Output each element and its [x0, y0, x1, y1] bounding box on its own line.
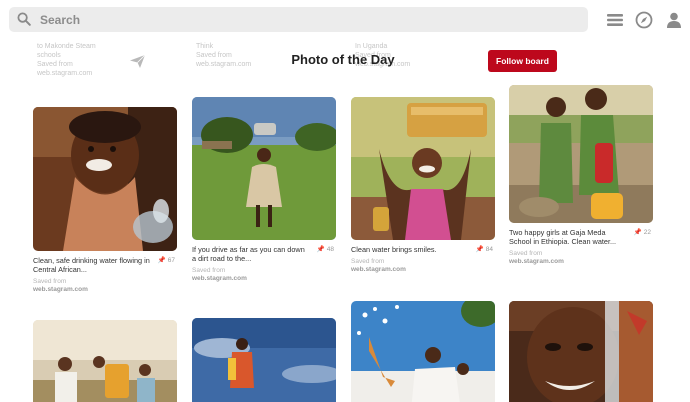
profile-icon[interactable] — [664, 10, 684, 30]
pin-description-text: Clean, safe drinking water flowing in Ce… — [33, 256, 150, 274]
saved-from-label: Saved from — [351, 258, 385, 265]
pin-card[interactable]: If you drive as far as you can down a di… — [192, 97, 336, 283]
pin-description: Two happy girls at Gaja Meda School in E… — [509, 228, 653, 246]
faded-text: Think — [196, 43, 214, 50]
saved-from-label: Saved from — [192, 267, 226, 274]
repin-value: 67 — [167, 257, 175, 264]
pin-image[interactable] — [192, 318, 336, 402]
pin-image[interactable] — [509, 85, 653, 223]
search-icon — [17, 12, 31, 26]
pin-image[interactable] — [351, 301, 495, 402]
send-icon[interactable] — [129, 54, 146, 69]
pin-source-link[interactable]: web.stagram.com — [33, 286, 177, 294]
pin-card[interactable]: Two happy girls at Gaja Meda School in E… — [509, 85, 653, 266]
pin-description-text: Two happy girls at Gaja Meda School in E… — [509, 228, 617, 246]
pin-card[interactable]: Clean, safe drinking water flowing in Ce… — [33, 107, 177, 294]
pin-image[interactable] — [509, 301, 653, 402]
faded-text: schools — [37, 52, 61, 59]
repin-count: 📌 84 — [475, 246, 493, 253]
faded-text: web.stagram.com — [37, 70, 93, 77]
pin-description-text: Clean water brings smiles. — [351, 245, 437, 254]
board-page: to Makonde Steam schools Saved from web.… — [0, 0, 690, 402]
faded-pin-caption: to Makonde Steam schools Saved from web.… — [37, 42, 127, 78]
faded-text: Saved from — [37, 61, 73, 68]
repin-count: 📌 48 — [316, 246, 334, 253]
repin-count: 📌 67 — [157, 257, 175, 264]
pin-card[interactable] — [509, 301, 653, 402]
faded-text: In Uganda — [355, 43, 388, 50]
pin-image[interactable] — [33, 320, 177, 402]
compass-icon[interactable] — [634, 10, 654, 30]
repin-value: 22 — [643, 229, 651, 236]
search-input[interactable] — [40, 7, 580, 32]
pin-card[interactable] — [192, 318, 336, 402]
repin-value: 48 — [326, 246, 334, 253]
faded-text: to Makonde Steam — [37, 43, 96, 50]
pin-description: Clean, safe drinking water flowing in Ce… — [33, 256, 177, 274]
pin-source-link[interactable]: web.stagram.com — [192, 275, 336, 283]
top-bar — [0, 0, 690, 40]
pin-image[interactable] — [192, 97, 336, 240]
search-bar[interactable] — [9, 7, 588, 32]
saved-from-label: Saved from — [33, 278, 67, 285]
pin-description: Clean water brings smiles. 📌 84 — [351, 245, 495, 254]
saved-from-label: Saved from — [509, 250, 543, 257]
board-title: Photo of the Day — [291, 52, 395, 67]
menu-icon[interactable] — [605, 10, 625, 30]
pin-description: If you drive as far as you can down a di… — [192, 245, 336, 263]
pin-card[interactable] — [351, 301, 495, 402]
pin-image[interactable] — [33, 107, 177, 251]
pin-source-link[interactable]: web.stagram.com — [351, 266, 495, 274]
pin-card[interactable]: Clean water brings smiles. 📌 84 Saved fr… — [351, 97, 495, 274]
pin-card[interactable] — [33, 320, 177, 402]
repin-value: 84 — [485, 246, 493, 253]
follow-board-button[interactable]: Follow board — [488, 50, 557, 72]
pin-source-link[interactable]: web.stagram.com — [509, 258, 653, 266]
pin-image[interactable] — [351, 97, 495, 240]
repin-count: 📌 22 — [633, 229, 651, 236]
pin-description-text: If you drive as far as you can down a di… — [192, 245, 305, 263]
